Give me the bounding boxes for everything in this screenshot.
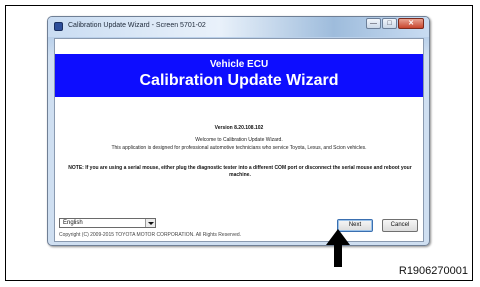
close-button[interactable]: ✕ <box>398 18 424 29</box>
language-value: English <box>63 220 83 226</box>
version-text: Version 8.20.108.102 <box>214 125 264 131</box>
copyright-text: Copyright (C) 2009-2015 TOYOTA MOTOR COR… <box>59 232 242 238</box>
welcome-text: Welcome to Calibration Update Wizard. <box>195 137 283 143</box>
window-controls: — □ ✕ <box>366 18 424 29</box>
minimize-button[interactable]: — <box>366 18 381 29</box>
up-arrow-icon <box>326 229 350 267</box>
dropdown-arrow-icon[interactable] <box>145 219 155 227</box>
app-icon <box>54 22 63 31</box>
cancel-button[interactable]: Cancel <box>382 219 418 232</box>
banner-subtitle: Vehicle ECU <box>209 59 269 70</box>
figure-id: R1906270001 <box>398 265 468 277</box>
language-select[interactable]: English <box>59 218 156 228</box>
banner-title: Calibration Update Wizard <box>139 72 339 89</box>
intended-use-text: This application is designed for profess… <box>111 145 367 151</box>
app-window: Calibration Update Wizard - Screen 5701-… <box>47 16 430 246</box>
title-banner: Vehicle ECU Calibration Update Wizard <box>55 54 423 97</box>
window-title: Calibration Update Wizard - Screen 5701-… <box>68 22 206 29</box>
serial-mouse-note: NOTE: If you are using a serial mouse, e… <box>68 165 412 178</box>
wizard-content: Vehicle ECU Calibration Update Wizard Ve… <box>54 38 424 242</box>
title-bar[interactable]: Calibration Update Wizard - Screen 5701-… <box>48 17 429 37</box>
maximize-button[interactable]: □ <box>382 18 397 29</box>
